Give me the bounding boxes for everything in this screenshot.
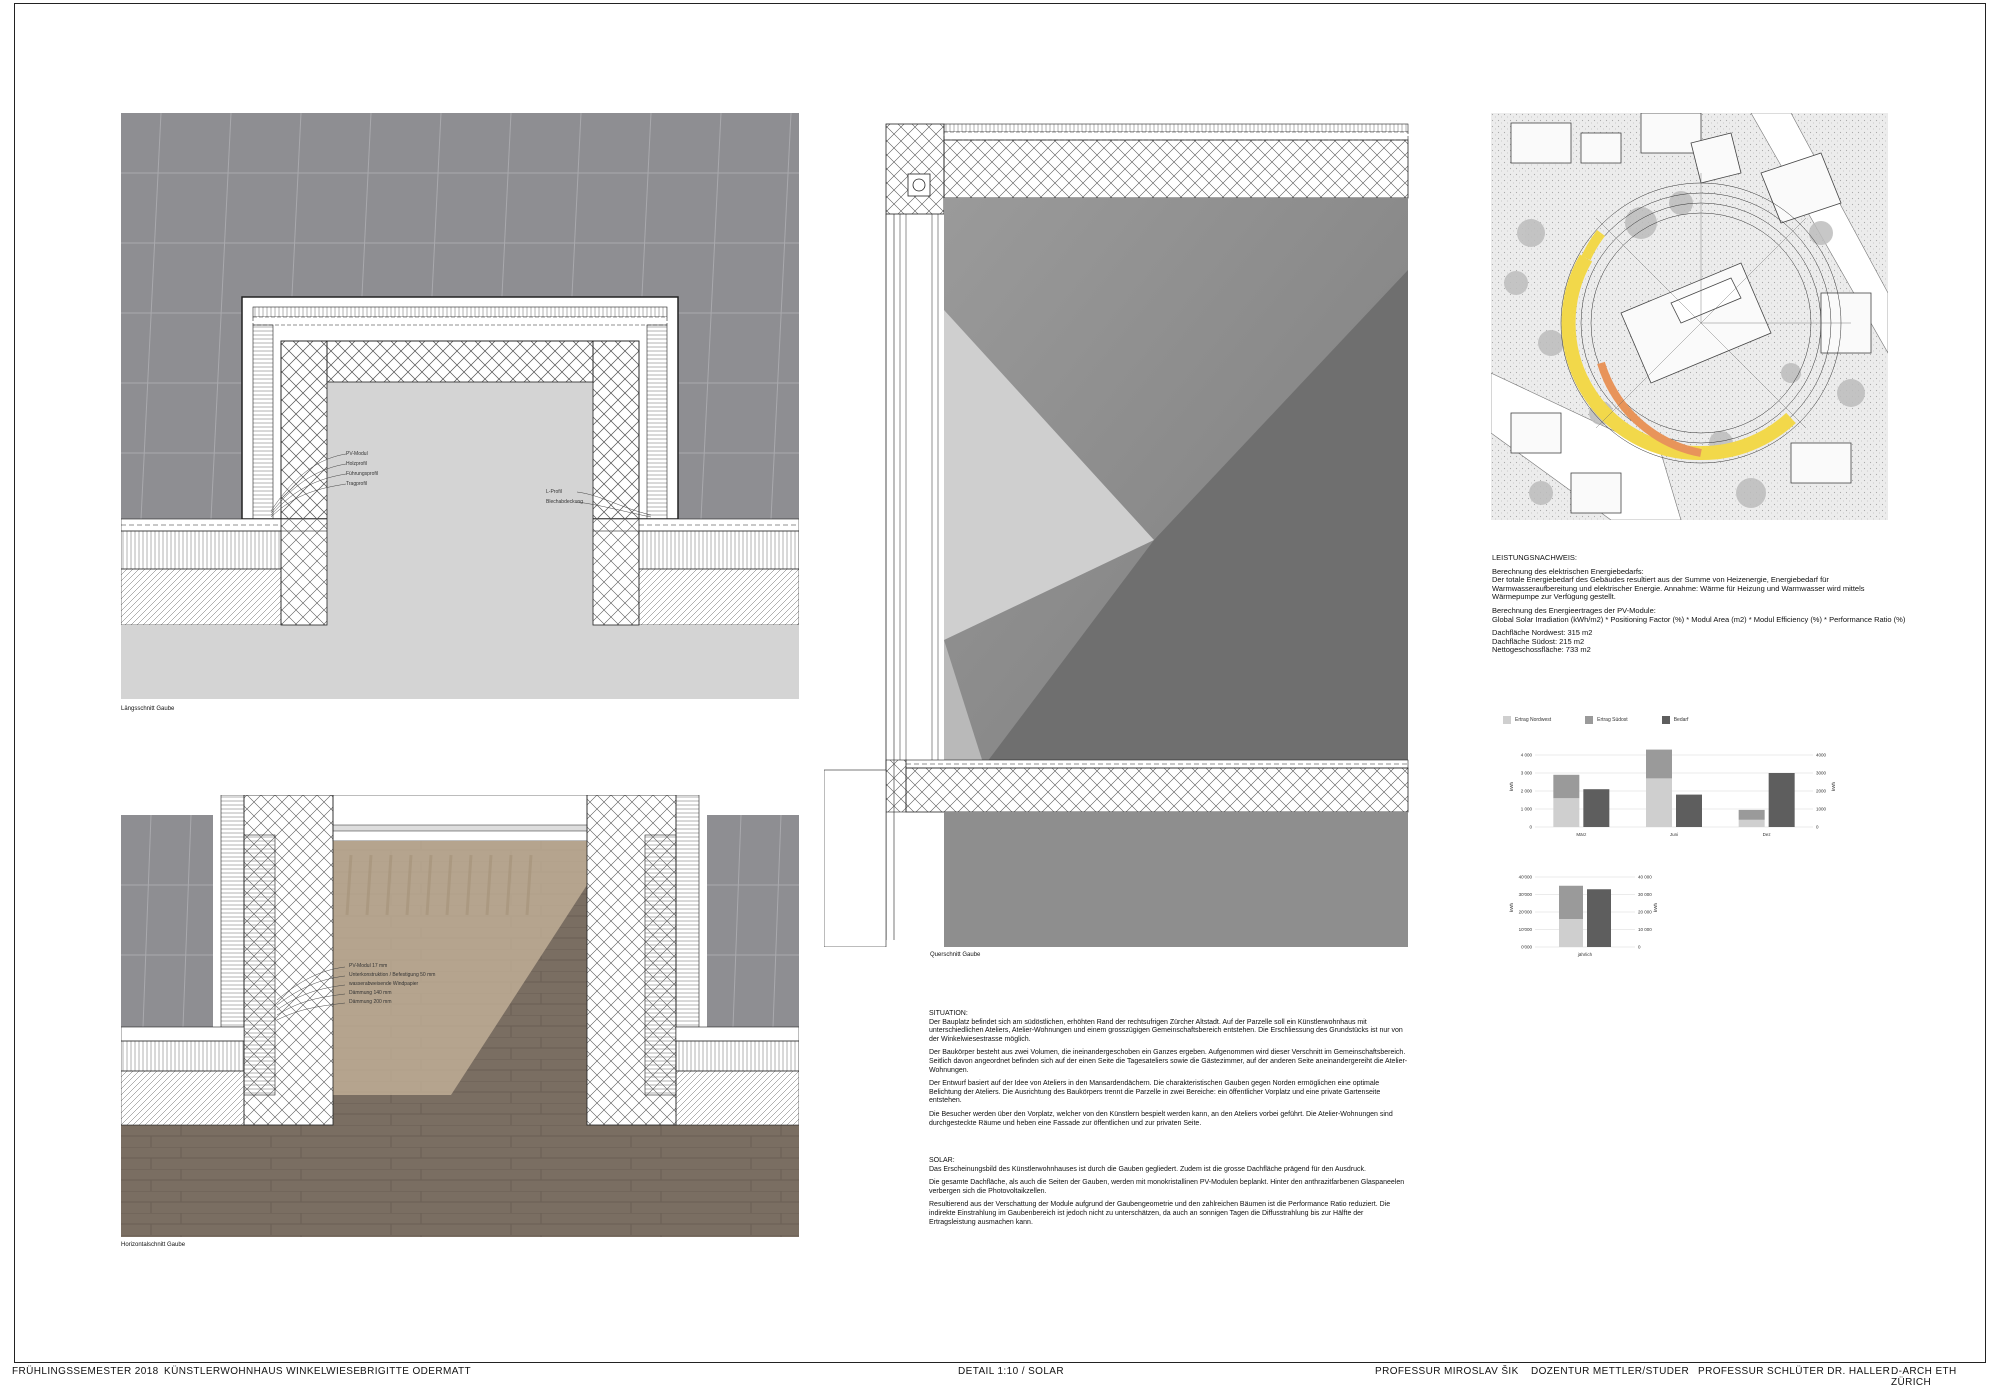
y-axis-label: kWh <box>1509 903 1514 912</box>
annotation-bottom-4: Dämmung 200 mm <box>349 999 392 1005</box>
longitudinal-section-drawing <box>121 113 799 699</box>
bar-bedarf <box>1587 889 1611 947</box>
performance-line: Wärmepumpe zur Verfügung gestellt. <box>1492 592 1616 602</box>
y-tick-label: 2 000 <box>1521 789 1533 794</box>
chart-legend: Ertrag Nordwest Ertrag Südost Bedarf <box>1503 716 1688 724</box>
legend-swatch <box>1661 716 1670 724</box>
bar-ertrag-nordwest <box>1553 798 1580 827</box>
y-tick-label: 1 000 <box>1521 807 1533 812</box>
y2-axis-label: kWh <box>1831 782 1836 791</box>
performance-block: LEISTUNGSNACHWEIS: Berechnung des elektr… <box>1492 553 1912 660</box>
footer-professor-schlueter: PROFESSUR SCHLÜTER DR. HALLER <box>1698 1366 1891 1377</box>
legend-item: Ertrag Nordwest <box>1503 716 1551 724</box>
cross-section-drawing <box>824 120 1412 947</box>
legend-swatch <box>1585 716 1594 724</box>
y-tick-label: 10'000 <box>1519 927 1533 932</box>
annual-energy-bar-chart: 0'000 0 10'000 10 000 20'000 20 000 30'000 30 0… <box>1509 875 1658 958</box>
annotation-top-right-1: Blechabdeckung <box>546 499 583 505</box>
legend-item: Bedarf <box>1661 716 1689 724</box>
footer-author: BRIGITTE ODERMATT <box>360 1366 472 1377</box>
y-axis-label: kWh <box>1509 782 1514 791</box>
legend-label: Ertrag Nordwest <box>1515 717 1552 723</box>
situation-paragraph: Der Baukörper besteht aus zwei Volumen, … <box>929 1049 1408 1074</box>
y-tick-label: 20'000 <box>1519 910 1533 915</box>
annotation-bottom-2: wasserabweisende Windpapier <box>349 981 419 987</box>
caption-horizontal-section: Horizontalschnitt Gaube <box>121 1242 186 1248</box>
situation-paragraph: Der Entwurf basiert auf der Idee von Ate… <box>929 1080 1381 1105</box>
footer-department: D-ARCH ETH ZÜRICH <box>1891 1366 1957 1388</box>
annotation-bottom-3: Dämmung 140 mm <box>349 990 392 996</box>
horizontal-section-drawing <box>121 795 799 1237</box>
legend-label: Bedarf <box>1673 717 1689 723</box>
annotation-bottom-0: PV-Modul 17 mm <box>349 963 388 969</box>
situation-paragraph: Die Besucher werden über den Vorplatz, w… <box>929 1110 1393 1127</box>
performance-area: Nettogeschossfläche: 733 m2 <box>1492 645 1591 655</box>
bar-ertrag-nordwest <box>1559 919 1583 947</box>
annotation-top-left-1: Holzprofil <box>346 461 367 467</box>
annotation-top-right-0: L-Profil <box>546 489 562 495</box>
footer-professor-sik: PROFESSUR MIROSLAV ŠIK <box>1375 1366 1519 1377</box>
y-tick-label: 40'000 <box>1519 875 1533 880</box>
y2-tick-label: 2000 <box>1816 789 1827 794</box>
y2-tick-label: 1000 <box>1816 807 1827 812</box>
annotation-top-left-3: Tragprofil <box>346 481 367 487</box>
performance-title: LEISTUNGSNACHWEIS: <box>1492 553 1578 562</box>
seasonal-energy-bar-chart: 0 01 000 10002 000 20003 000 30004 000 4000kW… <box>1509 749 1836 837</box>
y2-tick-label: 4000 <box>1816 753 1827 758</box>
y2-tick-label: 30 000 <box>1638 892 1652 897</box>
y2-tick-label: 0 <box>1638 945 1641 950</box>
bar-ertrag-suedost <box>1646 749 1672 779</box>
annotation-bottom-1: Unterkonstruktion / Befestigung 50 mm <box>349 972 436 978</box>
footer-detail: DETAIL 1:10 / SOLAR <box>958 1366 1064 1377</box>
y-tick-label: 0 <box>1529 825 1532 830</box>
bar-ertrag-suedost <box>1559 885 1583 919</box>
x-tick-label: Juni <box>1670 832 1678 837</box>
site-plan-solar-diagram <box>1491 113 1888 520</box>
solar-paragraph: Das Erscheinungsbild des Künstlerwohnhau… <box>929 1165 1366 1173</box>
y2-tick-label: 20 000 <box>1638 910 1652 915</box>
caption-cross-section: Querschnitt Gaube <box>930 952 981 958</box>
y-tick-label: 0'000 <box>1521 945 1532 950</box>
bar-ertrag-nordwest <box>1738 819 1765 827</box>
x-tick-label: jährlich <box>1577 952 1593 957</box>
bar-ertrag-suedost <box>1738 809 1765 820</box>
legend-swatch <box>1503 716 1511 724</box>
x-tick-label: März <box>1576 832 1587 837</box>
y-tick-label: 3 000 <box>1521 771 1533 776</box>
x-tick-label: Dez <box>1763 832 1772 837</box>
bar-ertrag-suedost <box>1553 774 1580 799</box>
bar-bedarf <box>1768 773 1795 827</box>
solar-paragraph: Resultierend aus der Verschattung der Mo… <box>929 1201 1391 1226</box>
y2-tick-label: 3000 <box>1816 771 1827 776</box>
footer-dozentur: DOZENTUR METTLER/STUDER <box>1531 1366 1690 1377</box>
y2-axis-label: kWh <box>1653 903 1658 912</box>
annotation-top-left-2: Führungsprofil <box>346 471 378 477</box>
footer-semester: FRÜHLINGSSEMESTER 2018 <box>12 1366 159 1377</box>
footer-project: KÜNSTLERWOHNHAUS WINKELWIESE <box>164 1366 361 1377</box>
situation-title: SITUATION: <box>929 1010 968 1017</box>
y2-tick-label: 10 000 <box>1638 927 1652 932</box>
y2-tick-label: 0 <box>1816 825 1819 830</box>
solar-title: SOLAR: <box>929 1157 955 1164</box>
y-tick-label: 30'000 <box>1519 892 1533 897</box>
situation-paragraph: Der Bauplatz befindet sich am südöstlich… <box>929 1018 1403 1043</box>
performance-line: Global Solar Irradiation (kWh/m2) * Posi… <box>1492 614 1906 624</box>
bar-ertrag-nordwest <box>1646 778 1672 827</box>
legend-label: Ertrag Südost <box>1597 717 1628 723</box>
y-tick-label: 4 000 <box>1521 753 1533 758</box>
bar-bedarf <box>1676 794 1702 827</box>
caption-longitudinal-section: Längsschnitt Gaube <box>121 706 175 712</box>
solar-paragraph: Die gesamte Dachfläche, als auch die Sei… <box>929 1179 1405 1195</box>
bar-bedarf <box>1583 789 1610 827</box>
solar-text: SOLAR: Das Erscheinungsbild des Künstler… <box>929 1157 1409 1232</box>
legend-item: Ertrag Südost <box>1585 716 1628 724</box>
y2-tick-label: 40 000 <box>1638 875 1652 880</box>
annotation-top-left-0: PV-Modul <box>346 451 368 457</box>
situation-text: SITUATION: Der Bauplatz befindet sich am… <box>929 1010 1409 1133</box>
